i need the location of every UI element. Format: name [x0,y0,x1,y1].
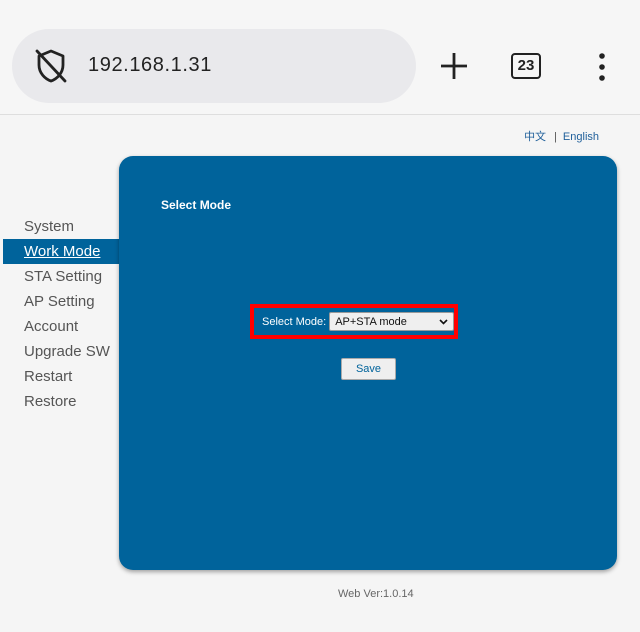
sidebar-item-upgrade-sw[interactable]: Upgrade SW [3,339,119,364]
sidebar-nav: System Work Mode STA Setting AP Setting … [3,214,119,414]
lang-link-english[interactable]: English [563,131,599,143]
language-switcher: 中文 | English [524,128,599,144]
mode-select-label: Select Mode: [262,315,327,328]
mode-select-value: AP+STA mode [335,315,407,328]
plus-icon[interactable] [436,48,472,84]
save-button[interactable]: Save [341,358,396,380]
sidebar-item-sta-setting[interactable]: STA Setting [3,264,119,289]
sidebar-item-system[interactable]: System [3,214,119,239]
browser-toolbar: 192.168.1.31 23 [0,0,640,115]
shield-off-icon[interactable] [34,48,68,84]
mode-select-dropdown[interactable]: AP+STA mode [329,312,454,331]
lang-link-chinese[interactable]: 中文 [524,131,546,143]
sidebar-item-ap-setting[interactable]: AP Setting [3,289,119,314]
url-text[interactable]: 192.168.1.31 [88,54,212,77]
sidebar-item-work-mode[interactable]: Work Mode [3,239,119,264]
more-vert-icon[interactable] [590,50,614,84]
address-bar[interactable] [12,29,416,103]
panel-title: Select Mode [161,198,232,212]
sidebar-item-restore[interactable]: Restore [3,389,119,414]
chevron-down-icon [439,318,448,325]
lang-separator: | [554,131,557,143]
work-mode-panel: Select Mode Select Mode: AP+STA mode Sav… [119,156,617,570]
sidebar-item-restart[interactable]: Restart [3,364,119,389]
sidebar-item-account[interactable]: Account [3,314,119,339]
web-version: Web Ver:1.0.14 [338,588,414,600]
tab-switcher-button[interactable]: 23 [511,53,541,79]
mode-select-highlight: Select Mode: AP+STA mode [250,304,458,339]
